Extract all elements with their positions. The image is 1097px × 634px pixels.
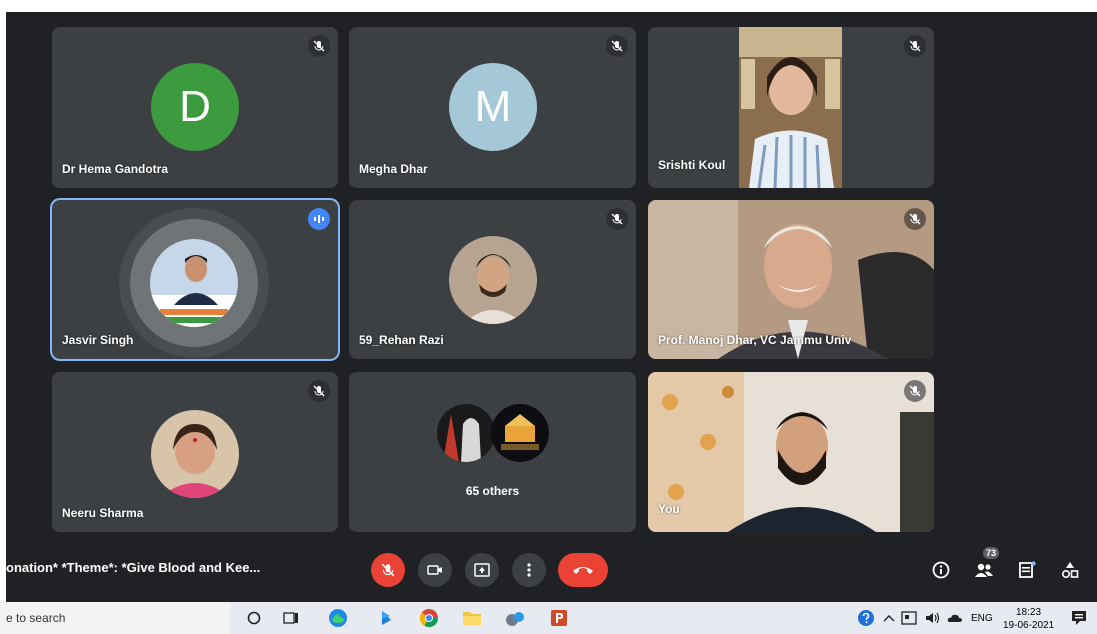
screen: D Dr Hema Gandotra M Megha Dhar Srishti … — [0, 0, 1097, 634]
present-icon — [474, 563, 490, 577]
leave-call-button[interactable] — [558, 553, 608, 587]
participant-name: 59_Rehan Razi — [359, 333, 444, 347]
participant-name: Dr Hema Gandotra — [62, 162, 169, 176]
avatar — [449, 236, 537, 324]
people-count-badge: 73 — [983, 547, 1000, 559]
app-icon[interactable] — [375, 607, 397, 629]
participant-tile[interactable]: Neeru Sharma — [52, 372, 338, 532]
mic-off-icon — [904, 208, 926, 230]
mic-off-icon — [381, 563, 395, 577]
end-call-icon — [573, 567, 593, 574]
participant-video — [648, 372, 934, 532]
mic-toggle-button[interactable] — [371, 553, 405, 587]
participant-tile[interactable]: M Megha Dhar — [349, 27, 636, 188]
camera-icon — [427, 565, 442, 575]
avatar — [437, 404, 495, 462]
participant-tile[interactable]: You — [648, 372, 934, 532]
activities-icon — [1061, 562, 1079, 579]
participant-name: Jasvir Singh — [62, 333, 134, 347]
activities-button[interactable] — [1055, 555, 1085, 585]
participant-tile[interactable]: Prof. Manoj Dhar, VC Jammu Univ — [648, 200, 934, 359]
taskbar-search[interactable]: e to search — [0, 602, 230, 634]
more-options-button[interactable] — [512, 553, 546, 587]
mic-off-icon — [308, 35, 330, 57]
participant-name: Megha Dhar — [359, 162, 428, 176]
search-placeholder: e to search — [6, 611, 66, 625]
avatar — [491, 404, 549, 462]
cortana-icon[interactable] — [243, 607, 265, 629]
clock-time[interactable]: 18:23 — [1016, 607, 1041, 618]
chat-button[interactable] — [1012, 555, 1042, 585]
volume-icon[interactable] — [922, 607, 944, 629]
participant-name: You — [658, 502, 680, 516]
app-icon[interactable] — [504, 607, 526, 629]
mic-off-icon — [904, 380, 926, 402]
help-icon[interactable] — [855, 607, 877, 629]
powerpoint-app-icon[interactable] — [548, 607, 570, 629]
mic-off-icon — [606, 35, 628, 57]
participant-name: Prof. Manoj Dhar, VC Jammu Univ — [658, 333, 852, 347]
meeting-details-button[interactable] — [926, 555, 956, 585]
file-explorer-icon[interactable] — [461, 607, 483, 629]
people-icon — [975, 563, 993, 577]
people-button[interactable]: 73 — [969, 547, 1000, 585]
participant-video — [739, 27, 842, 188]
avatar — [150, 239, 238, 327]
notifications-icon[interactable] — [1068, 607, 1090, 629]
clock-date[interactable]: 19-06-2021 — [1003, 620, 1054, 631]
present-screen-button[interactable] — [465, 553, 499, 587]
task-view-icon[interactable] — [280, 607, 302, 629]
avatar — [151, 410, 239, 498]
mic-off-icon — [308, 380, 330, 402]
meet-now-icon[interactable] — [898, 607, 920, 629]
chat-icon — [1019, 561, 1036, 578]
meeting-title: onation* *Theme*: *Give Blood and Kee... — [6, 560, 261, 575]
edge-app-icon[interactable] — [327, 607, 349, 629]
others-count: 65 others — [465, 484, 520, 498]
avatar: M — [449, 63, 537, 151]
mic-off-icon — [606, 208, 628, 230]
input-language[interactable]: ENG — [971, 613, 993, 624]
onedrive-icon[interactable] — [944, 607, 966, 629]
participant-tile[interactable]: D Dr Hema Gandotra — [52, 27, 338, 188]
avatar: D — [151, 63, 239, 151]
mic-off-icon — [904, 35, 926, 57]
speaking-indicator-icon — [308, 208, 330, 230]
others-tile[interactable]: 65 others — [349, 372, 636, 532]
participant-tile[interactable]: Srishti Koul — [648, 27, 934, 188]
chrome-app-icon[interactable] — [418, 607, 440, 629]
more-vert-icon — [527, 563, 531, 577]
meet-window: D Dr Hema Gandotra M Megha Dhar Srishti … — [6, 12, 1097, 602]
camera-toggle-button[interactable] — [418, 553, 452, 587]
participant-name: Neeru Sharma — [62, 506, 144, 520]
taskbar: e to search ENG 18:23 19-06-2021 — [0, 602, 1097, 634]
chevron-up-icon[interactable] — [878, 607, 900, 629]
info-icon — [932, 561, 950, 579]
participant-name: Srishti Koul — [658, 158, 726, 172]
participant-tile[interactable]: 59_Rehan Razi — [349, 200, 636, 359]
participant-tile[interactable]: Jasvir Singh — [52, 200, 338, 359]
